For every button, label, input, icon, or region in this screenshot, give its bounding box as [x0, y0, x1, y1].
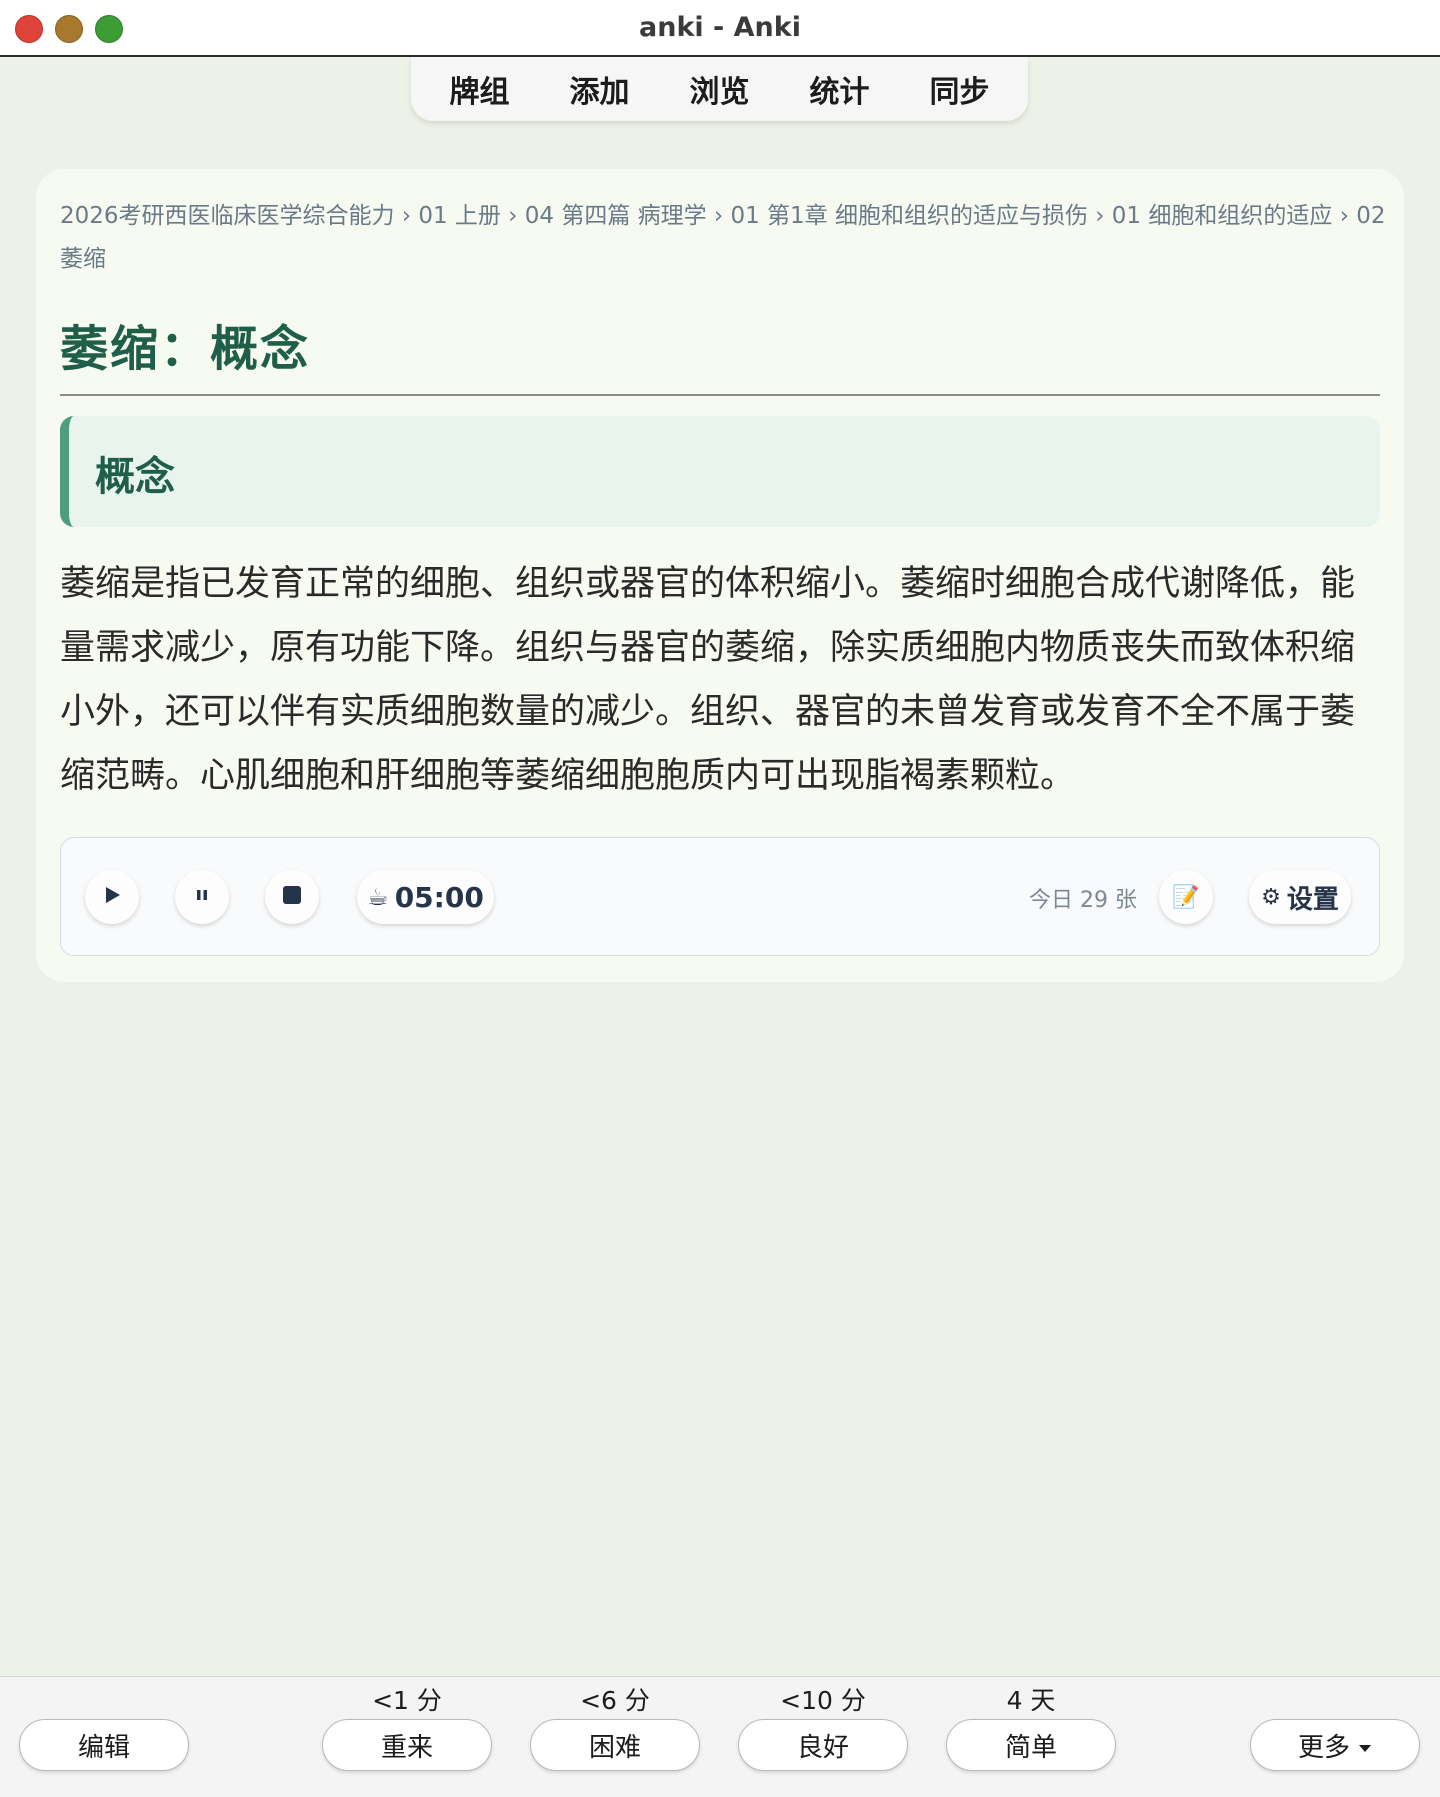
stop-button[interactable]: [265, 870, 319, 924]
more-label: 更多: [1297, 1732, 1350, 1763]
nav-browse[interactable]: 浏览: [660, 67, 780, 111]
hard-label: 困难: [588, 1732, 641, 1763]
edit-label: 编辑: [77, 1732, 130, 1763]
interval-easy: 4 天: [1006, 1686, 1056, 1715]
interval-good: <10 分: [780, 1686, 866, 1715]
good-label: 良好: [796, 1732, 849, 1763]
section-heading: 概念: [95, 454, 175, 500]
note-button[interactable]: 📝: [1159, 870, 1213, 924]
card-body-text: 萎缩是指已发育正常的细胞、组织或器官的体积缩小。萎缩时细胞合成代谢降低，能量需求…: [60, 564, 1356, 796]
chevron-down-icon: [1358, 1730, 1372, 1760]
nav-decks[interactable]: 牌组: [420, 67, 540, 111]
hard-button[interactable]: 困难: [530, 1719, 700, 1771]
pause-icon: [194, 887, 210, 907]
again-button[interactable]: 重来: [322, 1719, 492, 1771]
window-title: anki - Anki: [639, 12, 801, 43]
answer-bar: 编辑 <1 分 重来 <6 分 困难 <10 分 良好 4 天 简单 更多: [0, 1676, 1440, 1797]
play-button[interactable]: [85, 870, 139, 924]
nav-add[interactable]: 添加: [540, 67, 660, 111]
good-button[interactable]: 良好: [738, 1719, 908, 1771]
coffee-icon: ☕: [367, 883, 389, 911]
interval-again: <1 分: [372, 1686, 442, 1715]
note-icon: 📝: [1172, 884, 1200, 910]
today-count: 今日 29 张: [1029, 888, 1137, 913]
title-divider: [60, 394, 1380, 396]
nav-stats[interactable]: 统计: [780, 67, 900, 111]
deck-breadcrumb: 2026考研西医临床医学综合能力 › 01 上册 › 04 第四篇 病理学 › …: [60, 203, 1386, 272]
pause-button[interactable]: [175, 870, 229, 924]
easy-label: 简单: [1004, 1732, 1057, 1763]
timer-toolbar: ☕ 05:00 今日 29 张 📝 ⚙ 设置: [60, 837, 1380, 956]
top-navigation: 牌组 添加 浏览 统计 同步: [411, 57, 1028, 121]
window-titlebar: anki - Anki: [0, 0, 1440, 57]
card-title: 萎缩：概念: [60, 321, 311, 377]
section-header-box: 概念: [60, 416, 1380, 527]
edit-button[interactable]: 编辑: [19, 1719, 189, 1771]
timer-value: 05:00: [394, 880, 484, 914]
review-card: 2026考研西医临床医学综合能力 › 01 上册 › 04 第四篇 病理学 › …: [36, 169, 1404, 982]
stop-icon: [282, 885, 302, 909]
settings-button[interactable]: ⚙ 设置: [1249, 870, 1351, 924]
again-label: 重来: [380, 1732, 433, 1763]
play-icon: [102, 885, 122, 909]
interval-hard: <6 分: [580, 1686, 650, 1715]
easy-button[interactable]: 简单: [946, 1719, 1116, 1771]
gear-icon: ⚙: [1261, 884, 1281, 910]
nav-sync[interactable]: 同步: [900, 67, 1020, 111]
more-button[interactable]: 更多: [1250, 1719, 1420, 1771]
settings-label: 设置: [1286, 884, 1339, 915]
timer-display[interactable]: ☕ 05:00: [357, 870, 494, 924]
